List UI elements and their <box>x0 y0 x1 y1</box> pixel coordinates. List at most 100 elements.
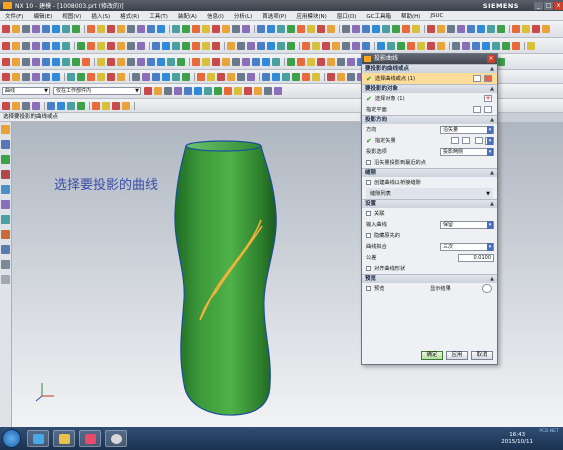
toolbar-tool-icon[interactable] <box>97 72 105 81</box>
toolbar-tool-icon[interactable] <box>52 41 60 50</box>
toolbar-tool-icon[interactable] <box>497 57 505 66</box>
toolbar-tool-icon[interactable] <box>182 25 190 33</box>
menu-insert[interactable]: 插入(S) <box>86 12 115 20</box>
toolbar-tool-icon[interactable] <box>327 25 335 33</box>
toolbar-tool-icon[interactable] <box>137 41 145 50</box>
toolbar-tool-icon[interactable] <box>497 25 505 33</box>
toolbar-tool-icon[interactable] <box>392 25 400 33</box>
toolbar-tool-icon[interactable] <box>144 87 152 95</box>
toolbar-tool-icon[interactable] <box>347 72 355 81</box>
menu-gc-toolkit[interactable]: GC工具箱 <box>361 12 396 20</box>
toolbar-tool-icon[interactable] <box>337 57 345 66</box>
toolbar-tool-icon[interactable] <box>224 87 232 95</box>
toolbar-tool-icon[interactable] <box>147 25 155 33</box>
toolbar-tool-icon[interactable] <box>2 101 10 110</box>
toolbar-tool-icon[interactable] <box>117 25 125 33</box>
select-object-row[interactable]: ✔ 选择对象 (1) + <box>362 93 497 104</box>
history-icon[interactable] <box>1 200 10 209</box>
toolbar-tool-icon[interactable] <box>152 41 160 50</box>
menu-tools[interactable]: 工具(T) <box>144 12 173 20</box>
toolbar-tool-icon[interactable] <box>164 87 172 95</box>
toolbar-tool-icon[interactable] <box>67 101 75 110</box>
toolbar-tool-icon[interactable] <box>262 72 270 81</box>
ok-button[interactable]: 确定 <box>421 351 443 360</box>
type-filter-dropdown[interactable]: 曲线 ▼ <box>2 87 50 95</box>
toolbar-tool-icon[interactable] <box>372 25 380 33</box>
toolbar-tool-icon[interactable] <box>154 87 162 95</box>
toolbar-tool-icon[interactable] <box>157 25 165 33</box>
toolbar-tool-icon[interactable] <box>212 25 220 33</box>
web-browser-icon[interactable] <box>1 185 10 194</box>
toolbar-tool-icon[interactable] <box>12 57 20 66</box>
system-materials-icon[interactable] <box>1 215 10 224</box>
toolbar-tool-icon[interactable] <box>237 72 245 81</box>
menu-edit[interactable]: 编辑(E) <box>28 12 57 20</box>
start-button[interactable] <box>2 429 21 448</box>
palette-icon[interactable] <box>1 275 10 284</box>
hide-original-row[interactable]: 隐藏原先的 <box>362 230 497 241</box>
toolbar-tool-icon[interactable] <box>212 41 220 50</box>
select-curve-row[interactable]: ✔ 选择曲线或点 (1) <box>362 73 497 84</box>
toolbar-tool-icon[interactable] <box>267 25 275 33</box>
toolbar-tool-icon[interactable] <box>342 25 350 33</box>
toolbar-tool-icon[interactable] <box>122 101 130 110</box>
toolbar-tool-icon[interactable] <box>62 25 70 33</box>
toolbar-tool-icon[interactable] <box>162 41 170 50</box>
toolbar-tool-icon[interactable] <box>322 41 330 50</box>
toolbar-tool-icon[interactable] <box>267 41 275 50</box>
toolbar-tool-icon[interactable] <box>247 41 255 50</box>
toolbar-tool-icon[interactable] <box>427 41 435 50</box>
toolbar-tool-icon[interactable] <box>337 72 345 81</box>
section-gap-header[interactable]: 缝隙 ▲ <box>362 168 497 177</box>
section-direction-header[interactable]: 投影方向 ▲ <box>362 115 497 124</box>
toolbar-tool-icon[interactable] <box>352 41 360 50</box>
toolbar-tool-icon[interactable] <box>57 101 65 110</box>
specify-plane-row[interactable]: 指定平面 <box>362 104 497 115</box>
toolbar-tool-icon[interactable] <box>234 87 242 95</box>
toolbar-tool-icon[interactable] <box>147 57 155 66</box>
toolbar-tool-icon[interactable] <box>222 57 230 66</box>
toolbar-tool-icon[interactable] <box>287 57 295 66</box>
tolerance-input[interactable]: 0.0100 <box>458 254 494 262</box>
nearest-point-row[interactable]: 沿矢量投影到最近的点 <box>362 157 497 168</box>
toolbar-tool-icon[interactable] <box>402 25 410 33</box>
toolbar-tool-icon[interactable] <box>112 101 120 110</box>
projection-option-dropdown[interactable]: 投影两侧 ▾ <box>440 148 494 156</box>
toolbar-tool-icon[interactable] <box>437 25 445 33</box>
toolbar-tool-icon[interactable] <box>512 41 520 50</box>
section-curves-header[interactable]: 要投影的曲线或点 ▲ <box>362 64 497 73</box>
toolbar-tool-icon[interactable] <box>412 25 420 33</box>
toolbar-tool-icon[interactable] <box>32 25 40 33</box>
menu-information[interactable]: 信息(I) <box>202 12 229 20</box>
gap-list-row[interactable]: 缝隙列表 ▼ <box>366 188 493 199</box>
toolbar-tool-icon[interactable] <box>117 72 125 81</box>
toolbar-tool-icon[interactable] <box>202 41 210 50</box>
crosshair-icon[interactable]: + <box>484 95 492 102</box>
toolbar-tool-icon[interactable] <box>2 41 10 50</box>
toolbar-tool-icon[interactable] <box>297 25 305 33</box>
toolbar-tool-icon[interactable] <box>477 25 485 33</box>
toolbar-tool-icon[interactable] <box>22 72 30 81</box>
align-shape-checkbox[interactable] <box>366 266 371 271</box>
preview-row[interactable]: 预览 显示结果 <box>362 283 497 294</box>
toolbar-tool-icon[interactable] <box>387 41 395 50</box>
toolbar-tool-icon[interactable] <box>107 25 115 33</box>
input-curves-dropdown[interactable]: 保留 ▾ <box>440 221 494 229</box>
toolbar-tool-icon[interactable] <box>192 25 200 33</box>
toolbar-tool-icon[interactable] <box>97 25 105 33</box>
navigator-icon[interactable] <box>1 125 10 134</box>
cancel-button[interactable]: 取消 <box>471 351 493 360</box>
toolbar-tool-icon[interactable] <box>202 25 210 33</box>
toolbar-tool-icon[interactable] <box>167 57 175 66</box>
toolbar-tool-icon[interactable] <box>52 57 60 66</box>
toolbar-tool-icon[interactable] <box>127 41 135 50</box>
associative-row[interactable]: 关联 <box>362 208 497 219</box>
toolbar-tool-icon[interactable] <box>222 25 230 33</box>
toolbar-tool-icon[interactable] <box>242 25 250 33</box>
toolbar-tool-icon[interactable] <box>87 25 95 33</box>
toolbar-tool-icon[interactable] <box>132 72 140 81</box>
toolbar-tool-icon[interactable] <box>512 25 520 33</box>
toolbar-tool-icon[interactable] <box>207 72 215 81</box>
menu-preferences[interactable]: 首选项(P) <box>257 12 291 20</box>
toolbar-tool-icon[interactable] <box>172 25 180 33</box>
